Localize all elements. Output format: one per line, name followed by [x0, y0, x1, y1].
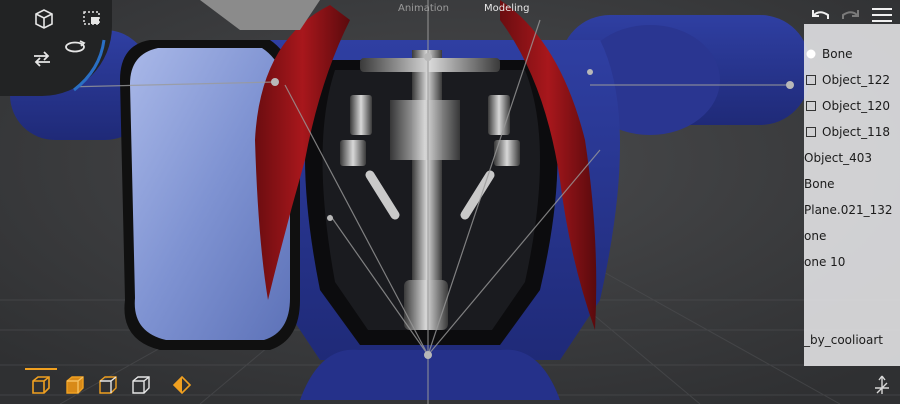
cube-icon[interactable]: [31, 6, 57, 32]
orbit-icon[interactable]: [62, 34, 88, 60]
swap-arrows-icon[interactable]: [29, 46, 55, 72]
undo-icon[interactable]: [808, 4, 832, 26]
tab-animation[interactable]: Animation: [398, 3, 449, 14]
box-select-icon[interactable]: [79, 5, 105, 31]
bottom-toolbar: [0, 366, 900, 404]
menu-icon[interactable]: [870, 4, 894, 26]
outliner-item[interactable]: _by_coolioart: [804, 327, 900, 353]
outliner-item[interactable]: Object_118: [804, 119, 900, 145]
circle-icon: [806, 49, 816, 59]
tab-modeling[interactable]: Modeling: [484, 3, 530, 14]
cube-wire-icon[interactable]: [129, 373, 153, 397]
redo-icon[interactable]: [839, 4, 863, 26]
outliner-item[interactable]: one 10: [804, 249, 900, 275]
outliner-item[interactable]: Object_403: [804, 145, 900, 171]
outliner-item[interactable]: Object_120: [804, 93, 900, 119]
cube-outline-icon[interactable]: [96, 373, 120, 397]
square-icon: [806, 127, 816, 137]
cube-solid-icon[interactable]: [29, 373, 53, 397]
cube-shaded-icon[interactable]: [63, 373, 87, 397]
model-render: [0, 0, 900, 404]
mode-tabs: Animation Modeling: [390, 0, 540, 18]
outliner-item[interactable]: Bone: [804, 41, 900, 67]
outliner-item[interactable]: one: [804, 223, 900, 249]
transform-gizmo-icon[interactable]: [870, 373, 894, 397]
square-icon: [806, 101, 816, 111]
outliner-item[interactable]: Plane.021_132: [804, 197, 900, 223]
outliner-item[interactable]: Object_122: [804, 67, 900, 93]
outliner-item[interactable]: Bone: [804, 171, 900, 197]
keyframe-icon[interactable]: [170, 373, 194, 397]
active-tool-indicator: [25, 368, 57, 370]
3d-viewport[interactable]: Animation Modeling Bone Object_122 Objec…: [0, 0, 900, 404]
outliner-panel[interactable]: Bone Object_122 Object_120 Object_118 Ob…: [804, 24, 900, 366]
square-icon: [806, 75, 816, 85]
